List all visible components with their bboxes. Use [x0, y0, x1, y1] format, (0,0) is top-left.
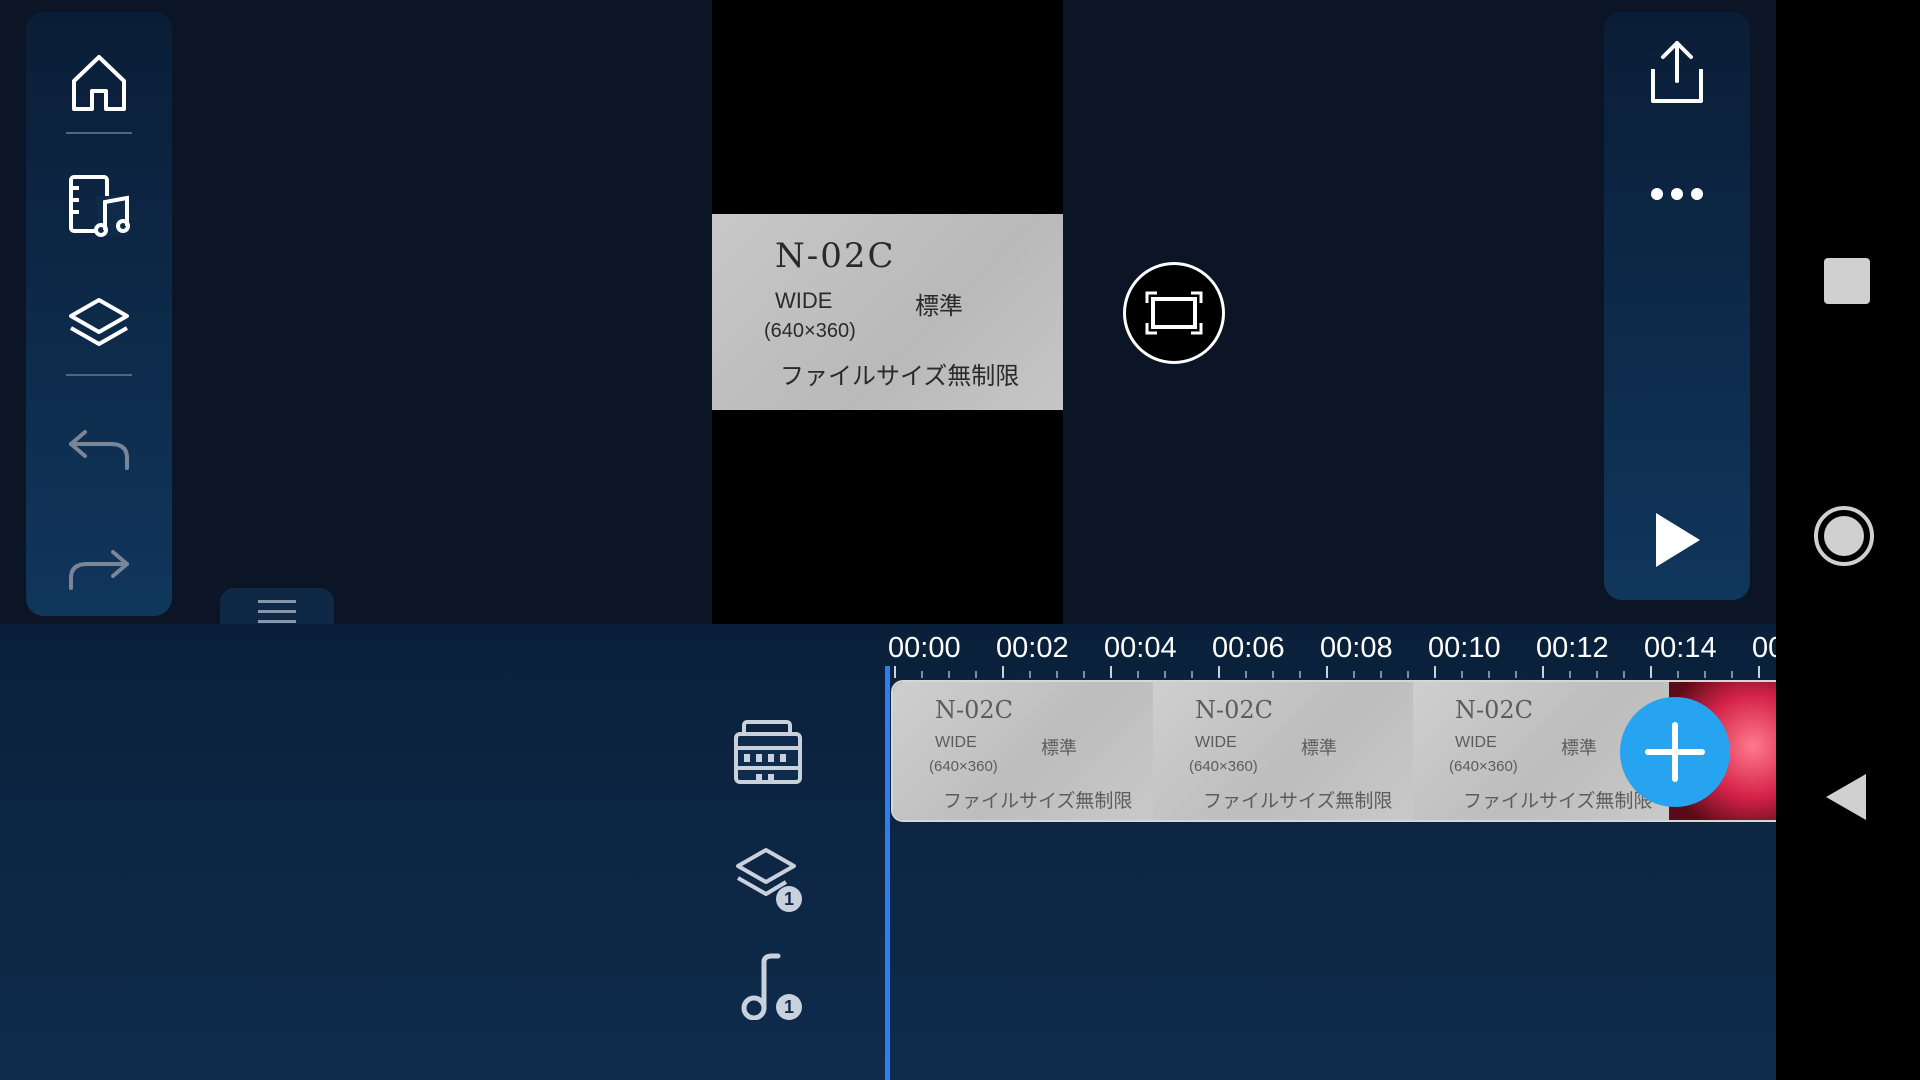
- ruler-label: 00:: [1752, 632, 1776, 664]
- frame-text-filesize: ファイルサイズ無制限: [780, 363, 1020, 390]
- ruler-label: 00:02: [996, 632, 1069, 664]
- frame-text-standard: 標準: [915, 293, 963, 320]
- video-track-icon[interactable]: [728, 712, 808, 792]
- toolbar-divider: [66, 374, 132, 376]
- thumb-text: 標準: [1041, 738, 1077, 758]
- ruler-minor-tick: [1407, 671, 1409, 678]
- ruler-label: 00:04: [1104, 632, 1177, 664]
- ruler-minor-tick: [1623, 671, 1625, 678]
- layer-track-icon[interactable]: 1: [728, 838, 808, 918]
- thumb-text: (640×360): [1449, 758, 1518, 775]
- ruler-minor-tick: [1515, 671, 1517, 678]
- ruler-minor-tick: [1569, 671, 1571, 678]
- thumb-text: N-02C: [935, 696, 1014, 724]
- ruler-major-tick: [1110, 666, 1112, 678]
- ruler-minor-tick: [1461, 671, 1463, 678]
- media-library-icon[interactable]: [67, 174, 131, 238]
- recents-icon[interactable]: [1824, 258, 1870, 304]
- ruler-minor-tick: [921, 671, 923, 678]
- thumb-text: 標準: [1301, 738, 1337, 758]
- ruler-minor-tick: [1083, 671, 1085, 678]
- toolbar-divider: [66, 132, 132, 134]
- video-frame-image: N-02C WIDE 標準 (640×360) ファイルサイズ無制限: [712, 214, 1063, 410]
- thumb-text: WIDE: [935, 734, 977, 751]
- frame-text-wide: WIDE: [775, 288, 833, 313]
- ruler-major-tick: [1002, 666, 1004, 678]
- ruler-minor-tick: [1731, 671, 1733, 678]
- ruler-major-tick: [1542, 666, 1544, 678]
- ruler-label: 00:00: [888, 632, 961, 664]
- play-icon[interactable]: [1645, 508, 1709, 572]
- playhead[interactable]: [885, 666, 890, 1080]
- fullscreen-button[interactable]: [1123, 262, 1225, 364]
- more-icon[interactable]: [1645, 162, 1709, 226]
- share-icon[interactable]: [1645, 40, 1709, 104]
- ruler-minor-tick: [975, 671, 977, 678]
- thumb-text: ファイルサイズ無制限: [943, 791, 1133, 812]
- ruler-major-tick: [894, 666, 896, 678]
- layers-icon[interactable]: [67, 294, 131, 358]
- clip-thumbnail: N-02C WIDE 標準 (640×360) ファイルサイズ無制限: [893, 682, 1153, 820]
- menu-icon: [258, 600, 296, 623]
- ruler-label: 00:10: [1428, 632, 1501, 664]
- ruler-minor-tick: [1137, 671, 1139, 678]
- ruler-label: 00:14: [1644, 632, 1717, 664]
- frame-text-model: N-02C: [775, 236, 896, 276]
- ruler-minor-tick: [1704, 671, 1706, 678]
- audio-track-icon[interactable]: 1: [728, 946, 808, 1026]
- ruler-major-tick: [1218, 666, 1220, 678]
- ruler-minor-tick: [1164, 671, 1166, 678]
- thumb-text: (640×360): [1189, 758, 1258, 775]
- ruler-minor-tick: [1380, 671, 1382, 678]
- back-icon[interactable]: [1824, 772, 1868, 827]
- clip-thumbnail: N-02C WIDE 標準 (640×360) ファイルサイズ無制限: [1153, 682, 1413, 820]
- ruler-minor-tick: [1029, 671, 1031, 678]
- timeline-ruler[interactable]: 00:00 00:02 00:04 00:06 00:08 00:10 00:1…: [888, 624, 1776, 680]
- ruler-minor-tick: [1596, 671, 1598, 678]
- ruler-minor-tick: [948, 671, 950, 678]
- fullscreen-icon: [1145, 291, 1203, 335]
- home-icon[interactable]: [67, 50, 131, 114]
- redo-icon[interactable]: [67, 536, 131, 600]
- ruler-label: 00:12: [1536, 632, 1609, 664]
- undo-icon[interactable]: [67, 416, 131, 480]
- ruler-major-tick: [1326, 666, 1328, 678]
- ruler-major-tick: [1434, 666, 1436, 678]
- ruler-minor-tick: [1353, 671, 1355, 678]
- thumb-text: WIDE: [1455, 734, 1497, 751]
- ruler-minor-tick: [1191, 671, 1193, 678]
- ruler-major-tick: [1758, 666, 1760, 678]
- add-clip-button[interactable]: [1620, 697, 1730, 807]
- home-nav-icon[interactable]: [1814, 506, 1874, 566]
- system-nav-bar: [1776, 0, 1920, 1080]
- ruler-label: 00:06: [1212, 632, 1285, 664]
- ruler-minor-tick: [1272, 671, 1274, 678]
- layer-count-badge: 1: [776, 886, 802, 912]
- thumb-text: (640×360): [929, 758, 998, 775]
- ruler-minor-tick: [1677, 671, 1679, 678]
- thumb-text: ファイルサイズ無制限: [1203, 791, 1393, 812]
- left-toolbar: [26, 12, 172, 616]
- ruler-label: 00:08: [1320, 632, 1393, 664]
- ruler-minor-tick: [1245, 671, 1247, 678]
- right-toolbar: [1604, 12, 1750, 600]
- frame-text-resolution: (640×360): [764, 320, 856, 342]
- thumb-text: 標準: [1561, 738, 1597, 758]
- thumb-text: ファイルサイズ無制限: [1463, 791, 1653, 812]
- ruler-major-tick: [1650, 666, 1652, 678]
- ruler-minor-tick: [1299, 671, 1301, 678]
- thumb-text: N-02C: [1455, 696, 1534, 724]
- plus-icon: [1645, 722, 1705, 782]
- thumb-text: N-02C: [1195, 696, 1274, 724]
- thumb-text: WIDE: [1195, 734, 1237, 751]
- ruler-minor-tick: [1056, 671, 1058, 678]
- ruler-minor-tick: [1488, 671, 1490, 678]
- audio-count-badge: 1: [776, 994, 802, 1020]
